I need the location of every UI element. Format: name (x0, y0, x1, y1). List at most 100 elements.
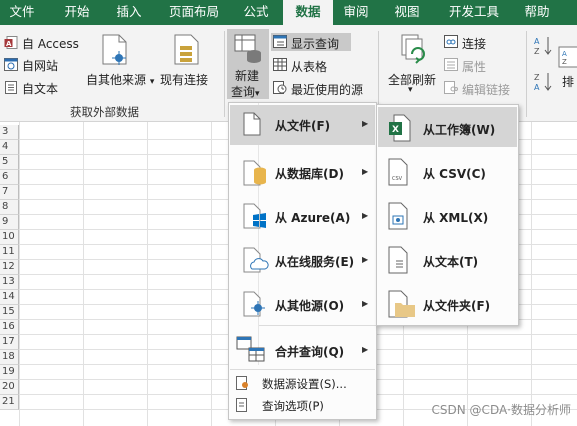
sort-ascending-button[interactable]: AZ (533, 35, 553, 75)
tab-page-layout[interactable]: 页面布局 (160, 0, 228, 25)
from-access-button[interactable]: A 自 Access (4, 35, 84, 51)
show-queries-button[interactable]: 显示查询 (271, 33, 351, 51)
row-header[interactable]: 10 (0, 230, 19, 245)
menu-item-label: 从 Azure(A) (275, 211, 351, 225)
chevron-right-icon: ▶ (362, 255, 369, 264)
properties-icon (444, 58, 458, 71)
tab-insert[interactable]: 插入 (107, 0, 151, 25)
tab-home[interactable]: 开始 (55, 0, 99, 25)
row-header[interactable]: 5 (0, 155, 19, 170)
tab-data[interactable]: 数据 (283, 0, 333, 25)
chevron-right-icon: ▶ (362, 345, 369, 354)
svg-text:A: A (534, 83, 540, 92)
row-header[interactable]: 18 (0, 350, 19, 365)
submenu-item-from-workbook[interactable]: X 从工作簿(W) (378, 107, 517, 147)
row-header[interactable]: 14 (0, 290, 19, 305)
new-query-label-line2: 查询▾ (231, 85, 260, 99)
chevron-down-icon: ▾ (149, 77, 155, 87)
chevron-down-icon: ▾ (408, 85, 413, 95)
properties-button[interactable]: 属性 (444, 56, 514, 74)
data-source-settings-icon (236, 376, 248, 390)
get-external-data-group-label: 获取外部数据 (70, 105, 139, 119)
tab-developer[interactable]: 开发工具 (440, 0, 508, 25)
tab-formulas[interactable]: 公式 (234, 0, 278, 25)
show-queries-label: 显示查询 (291, 37, 340, 51)
other-sources-button[interactable]: 自其他来源 ▾ (86, 31, 154, 93)
watermark: CSDN @CDA·数据分析师 (431, 403, 571, 417)
tab-help[interactable]: 帮助 (515, 0, 559, 25)
row-header[interactable]: 8 (0, 200, 19, 215)
svg-text:A: A (562, 50, 567, 58)
submenu-item-label: 从文本(T) (423, 255, 479, 269)
excel-window: 文件 开始 插入 页面布局 公式 数据 审阅 视图 开发工具 帮助 A 自 Ac… (0, 0, 577, 426)
row-header[interactable]: 11 (0, 245, 19, 260)
from-text-button[interactable]: 自文本 (4, 80, 74, 96)
other-sources-label: 自其他来源 ▾ (86, 73, 155, 87)
existing-connections-button[interactable]: 现有连接 (160, 31, 214, 93)
text-file-icon (388, 246, 408, 274)
row-header[interactable]: 19 (0, 365, 19, 380)
row-header[interactable]: 12 (0, 260, 19, 275)
svg-text:A: A (534, 37, 540, 46)
menu-item-query-options[interactable]: 查询选项(P) (230, 395, 375, 415)
submenu-item-from-folder[interactable]: 从文件夹(F) (378, 283, 517, 323)
group-separator (224, 31, 225, 117)
csv-icon: CSV (388, 158, 408, 186)
menu-item-from-database[interactable]: 从数据库(D) ▶ (230, 151, 375, 191)
sort-button[interactable]: AZ 排 (556, 45, 577, 115)
row-header[interactable]: 9 (0, 215, 19, 230)
menu-item-from-online-services[interactable]: 从在线服务(E) ▶ (230, 239, 375, 279)
row-header[interactable]: 4 (0, 140, 19, 155)
submenu-item-label: 从 XML(X) (423, 211, 489, 225)
tab-view[interactable]: 视图 (385, 0, 429, 25)
menu-item-from-azure[interactable]: 从 Azure(A) ▶ (230, 195, 375, 235)
chevron-right-icon: ▶ (362, 119, 369, 128)
submenu-item-from-xml[interactable]: 从 XML(X) (378, 195, 517, 235)
cloud-service-icon (243, 247, 269, 273)
menu-item-combine-queries[interactable]: 合并查询(Q) ▶ (230, 329, 375, 369)
row-header[interactable]: 6 (0, 170, 19, 185)
svg-text:Z: Z (562, 58, 567, 66)
edit-links-label: 编辑链接 (462, 83, 511, 97)
row-header[interactable]: 17 (0, 335, 19, 350)
tab-file[interactable]: 文件 (0, 0, 44, 25)
from-table-button[interactable]: 从表格 (271, 56, 351, 74)
edit-links-button[interactable]: 编辑链接 (444, 79, 524, 97)
tab-review[interactable]: 审阅 (334, 0, 378, 25)
submenu-item-from-text[interactable]: 从文本(T) (378, 239, 517, 279)
show-queries-icon (273, 35, 287, 48)
menu-item-data-source-settings[interactable]: 数据源设置(S)... (230, 373, 375, 393)
submenu-item-from-csv[interactable]: CSV 从 CSV(C) (378, 151, 517, 191)
row-header[interactable]: 15 (0, 305, 19, 320)
new-query-button[interactable]: 新建 查询▾ (227, 29, 269, 99)
sort-label: 排 (562, 75, 575, 89)
from-web-button[interactable]: 自网站 (4, 57, 74, 73)
refresh-all-button[interactable]: 全部刷新 ▾ (384, 31, 442, 95)
chevron-right-icon: ▶ (362, 211, 369, 220)
existing-connections-label: 现有连接 (160, 73, 209, 87)
menu-item-label: 查询选项(P) (262, 399, 324, 413)
recent-sources-button[interactable]: 最近使用的源 (271, 79, 371, 97)
azure-icon (243, 203, 266, 229)
row-header[interactable]: 20 (0, 380, 19, 395)
new-query-label-line1: 新建 (235, 69, 260, 83)
submenu-item-label: 从 CSV(C) (423, 167, 486, 181)
from-file-submenu: X 从工作簿(W) CSV 从 CSV(C) 从 XML(X) 从文本(T) 从… (376, 104, 519, 326)
row-header[interactable]: 16 (0, 320, 19, 335)
menu-item-from-file[interactable]: 从文件(F) ▶ (230, 105, 375, 145)
row-header[interactable]: 7 (0, 185, 19, 200)
text-file-small-icon (5, 81, 17, 94)
row-header[interactable]: 13 (0, 275, 19, 290)
connections-label: 连接 (462, 37, 487, 51)
row-header[interactable]: 21 (0, 395, 19, 410)
sort-descending-button[interactable]: ZA (533, 71, 553, 93)
sort-descending-icon: ZA (534, 73, 552, 92)
sort-ascending-icon: AZ (534, 37, 552, 56)
file-icon (243, 112, 261, 136)
svg-text:Z: Z (534, 73, 540, 82)
row-header[interactable]: 3 (0, 125, 19, 140)
menu-item-from-other-sources[interactable]: 从其他源(O) ▶ (230, 283, 375, 323)
svg-text:Z: Z (534, 47, 540, 56)
edit-links-icon (444, 81, 458, 94)
connections-button[interactable]: 连接 (444, 33, 514, 51)
